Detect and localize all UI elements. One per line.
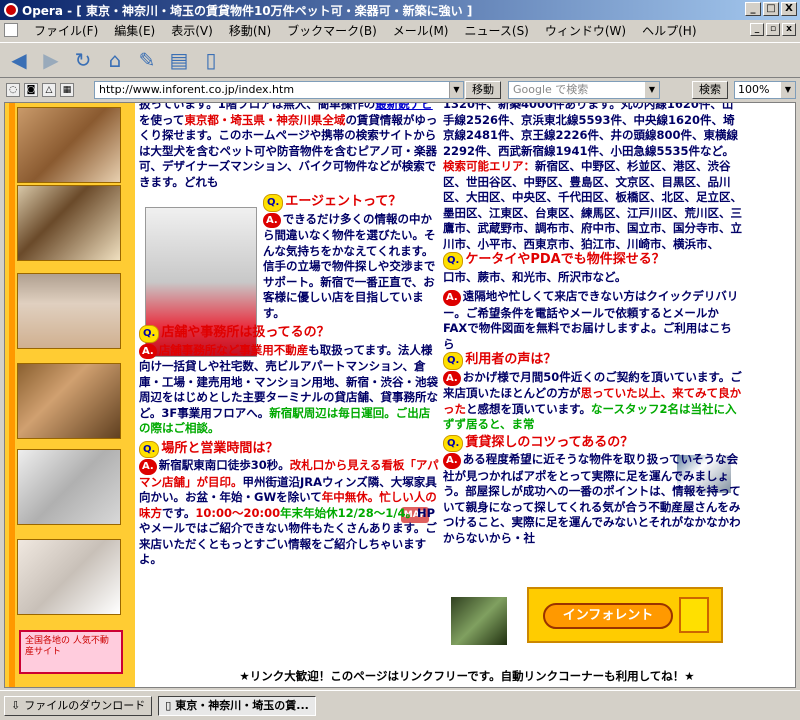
menu-help[interactable]: ヘルプ(H) [642,22,696,39]
menu-navigate[interactable]: 移動(N) [229,22,271,39]
printer-icon[interactable]: ▦ [60,83,74,97]
room-photo [17,363,121,439]
hotlist-icon[interactable]: ✎ [134,47,160,73]
inforent-label: インフォレント [543,603,673,629]
qa-mobile: Q. ケータイやPDAでも物件探せる？ 口市、蕨市、和光市、所沢市など。 [443,252,665,284]
route-stats: 1320件、新築4000件あります。丸の内線1620件、山手線2526件、京浜東… [443,102,742,251]
download-icon: ⇩ [11,698,21,712]
entrance-photo [451,597,507,645]
menu-bookmarks[interactable]: ブックマーク(B) [287,22,377,39]
lock-icon[interactable]: △ [42,83,56,97]
zoom-dropdown-icon[interactable]: ▼ [781,82,795,98]
reload-icon[interactable]: ↻ [70,47,96,73]
link-free-footer: ★リンク大歓迎！このページはリンクフリーです。自動リンクコーナーも利用してね！★ [239,669,695,683]
answer-icon: A. [139,343,157,359]
page-icon: ▯ [165,698,172,712]
task-bar: ⇩ ファイルのダウンロード ▯ 東京・神奈川・埼玉の賃... [0,690,800,720]
answer-icon: A. [443,290,461,306]
home-icon[interactable]: ⌂ [102,47,128,73]
mdi-close-button[interactable]: x [782,23,796,36]
question-icon: Q. [443,252,464,270]
answer-icon: A. [263,212,281,228]
inforent-logo-banner[interactable]: インフォレント [527,587,723,643]
navi-link[interactable]: 最新鋭ナビ [375,103,433,111]
menu-news[interactable]: ニュース(S) [464,22,528,39]
qa-store: Q. 店舗や事務所は扱ってるの？ A. 店舗事務所など事業用不動産も取扱ってます。法… [139,325,438,435]
question-icon: Q. [139,440,160,458]
close-button[interactable]: X [781,2,797,16]
qa-agent: Q. エージェントって？ A. できるだけ多くの情報の中から間違いなく物件を選びたい… [263,194,436,320]
qa-location: Q. 場所と営業時間は？ A. 新宿駅東南口徒歩30秒。改札口から見える看板「アパマ… [139,440,439,566]
search-dropdown-icon[interactable]: ▼ [645,82,659,98]
navigation-toolbar: ◀ ▶ ↻ ⌂ ✎ ▤ ▯ [0,42,800,78]
page-tab[interactable]: ▯ 東京・神奈川・埼玉の賃... [158,695,316,716]
print-icon[interactable]: ▤ [166,47,192,73]
window-title: Opera - [ 東京・神奈川・埼玉の賃貸物件10万件ペット可・楽器可・新築に… [22,3,473,18]
maximize-button[interactable]: □ [763,2,779,16]
decorative-stripe [9,103,15,687]
room-photo [17,449,121,525]
mdi-restore-button[interactable]: ▫ [766,23,780,36]
minimize-button[interactable]: _ [745,2,761,16]
answer-icon: A. [443,370,461,386]
zoom-select[interactable]: 100% ▼ [734,81,796,99]
right-text-column: 1320件、新築4000件あります。丸の内線1620件、山手線2526件、京浜東… [443,102,743,546]
question-icon: Q. [139,325,160,343]
menu-window[interactable]: ウィンドウ(W) [545,22,626,39]
answer-icon: A. [139,459,157,475]
left-photo-column: 全国各地の 人気不動産サイト [5,103,135,687]
left-text-column: 扱っています。1階フロアは無人、簡単操作の最新鋭ナビを使って東京都・埼玉県・神奈… [139,103,439,568]
camera-icon[interactable]: ◙ [24,83,38,97]
room-photo [17,539,121,615]
cookie-icon[interactable]: ◌ [6,83,20,97]
address-toolbar: ◌ ◙ △ ▦ http://www.inforent.co.jp/index.… [0,79,800,101]
main-text-area: インフォレント MAP 扱っています。1階フロアは無人、簡単操作の最新鋭ナビを使… [139,102,795,687]
zoom-value: 100% [738,83,770,96]
page-icon[interactable]: ▯ [198,47,224,73]
back-icon[interactable]: ◀ [6,47,32,73]
intro-paragraph: 扱っています。1階フロアは無人、簡単操作の最新鋭ナビを使って東京都・埼玉県・神奈… [139,103,439,190]
room-photo [17,185,121,261]
menu-bar: ファイル(F) 編集(E) 表示(V) 移動(N) ブックマーク(B) メール(… [0,20,800,40]
go-button[interactable]: 移動 [465,81,501,99]
title-bar: Opera - [ 東京・神奈川・埼玉の賃貸物件10万件ペット可・楽器可・新築に… [0,0,800,20]
popular-sites-banner[interactable]: 全国各地の 人気不動産サイト [19,630,123,674]
menu-mail[interactable]: メール(M) [393,22,449,39]
address-dropdown-icon[interactable]: ▼ [449,82,463,98]
qa-delivery: A. 遠隔地や忙しくて来店できない方はクイックデリバリー。ご希望条件を電話やメール… [443,289,739,351]
address-field[interactable]: http://www.inforent.co.jp/index.htm ▼ [94,81,464,99]
qa-tips: Q. 賃貸探しのコツってあるの？ A. ある程度希望に近そうな物件を取り扱っていそう… [443,434,741,545]
menu-view[interactable]: 表示(V) [171,22,213,39]
address-text: http://www.inforent.co.jp/index.htm [99,83,295,96]
room-photo [17,107,121,183]
qa-voice: Q. 利用者の声は？ A. おかげ様で月間50件近くのご契約を頂いています。ご来店頂… [443,352,742,431]
question-icon: Q. [443,352,464,370]
document-icon [4,23,18,37]
menu-file[interactable]: ファイル(F) [34,22,98,39]
page-content: 全国各地の 人気不動産サイト インフォレント MAP 扱っています。1階フロアは… [4,102,796,688]
search-button[interactable]: 検索 [692,81,728,99]
question-icon: Q. [443,434,464,452]
search-field[interactable]: Google で検索 ▼ [508,81,660,99]
room-photo [17,273,121,349]
menu-edit[interactable]: 編集(E) [114,22,155,39]
forward-icon[interactable]: ▶ [38,47,64,73]
opera-icon [4,3,18,17]
downloads-tab[interactable]: ⇩ ファイルのダウンロード [4,695,153,716]
mdi-minimize-button[interactable]: _ [750,23,764,36]
search-placeholder: Google で検索 [513,83,589,96]
answer-icon: A. [443,453,461,469]
gift-icon [679,597,709,633]
question-icon: Q. [263,194,284,212]
